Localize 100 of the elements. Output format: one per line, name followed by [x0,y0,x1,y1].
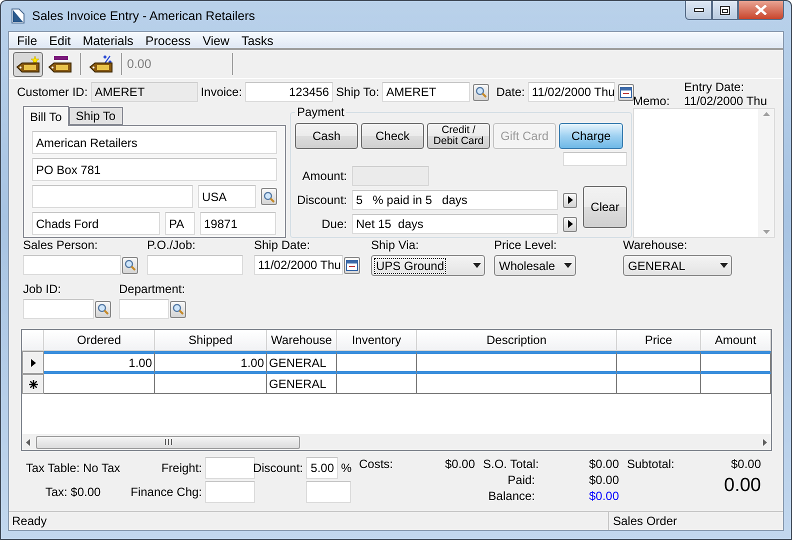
field-label: Department: [119,282,186,296]
field-label: Costs: [359,457,394,471]
field-label: Ship To: [336,85,380,99]
field-label: Balance: [487,489,535,503]
so-total-value: $0.00 [588,457,619,471]
menu-item[interactable]: Edit [43,32,77,50]
street-field[interactable]: PO Box 781 [32,158,277,181]
freight-field[interactable] [205,457,255,479]
payment-method-button[interactable]: Credit / Debit Card [427,123,490,149]
department-field[interactable] [119,299,169,319]
charge-reference-field [563,152,627,166]
payment-method-button[interactable]: Check [361,123,424,149]
column-header[interactable]: Description [417,330,617,351]
column-header[interactable]: Warehouse [267,330,337,351]
scroll-thumb[interactable] [36,436,300,448]
table-cell [701,351,771,374]
field-label: Discount: [252,461,303,475]
calendar-button[interactable] [618,84,634,100]
tab[interactable]: Bill To [23,106,69,126]
field-label: Paid: [506,473,535,487]
lookup-button[interactable] [122,256,138,274]
up-arrow-icon [762,112,770,116]
field-label: Job ID: [23,282,62,296]
table-cell: 1.00 [44,351,155,374]
right-arrow-icon [763,438,767,446]
field-label: Freight: [161,461,202,475]
search-icon [124,259,136,271]
ship-to-field[interactable]: AMERET [382,82,470,102]
dropdown[interactable]: UPS Ground [371,255,485,276]
scrollbar[interactable] [22,434,771,450]
asterisk-icon [28,380,38,388]
city-field[interactable]: Chads Ford [32,212,160,235]
name-field[interactable]: American Retailers [32,131,277,154]
calendar-button[interactable] [344,256,360,274]
left-arrow-icon [26,438,30,446]
window-title: Sales Invoice Entry - American Retailers [32,9,256,23]
menu-item[interactable]: Process [139,32,197,50]
country-field[interactable]: USA [198,185,256,208]
state-field[interactable]: PA [165,212,195,235]
maximize-button[interactable] [712,1,738,20]
menu-item[interactable]: File [11,32,44,50]
payment-method-button[interactable]: Cash [295,123,358,149]
group-title: Payment [296,105,346,119]
zip-field[interactable]: 19871 [200,212,276,235]
clear-button[interactable]: Clear [583,186,627,228]
memo-field[interactable] [633,108,775,238]
column-header[interactable]: Amount [701,330,771,351]
column-header[interactable]: Price [617,330,701,351]
calendar-icon [346,260,358,270]
field-label: Memo: [633,94,670,108]
po-job-field[interactable] [147,255,243,275]
lookup-button[interactable] [170,300,186,318]
column-header[interactable]: Inventory [337,330,417,351]
row-header[interactable] [22,351,44,374]
search-icon [97,303,109,315]
price-tag-icon [48,55,72,73]
arrow-button[interactable] [563,216,577,232]
field-label: Due: [320,217,347,231]
job-id-field[interactable] [23,299,94,319]
dropdown[interactable]: Wholesale [494,255,576,276]
grip-icon [164,439,172,445]
tab[interactable]: Ship To [68,107,123,125]
lookup-button[interactable] [95,300,111,318]
minimize-icon [694,8,704,12]
finance-charge-field[interactable] [205,481,255,503]
field-label: Subtotal: [627,457,674,471]
close-button[interactable] [738,1,784,20]
menu-item[interactable]: View [196,32,236,50]
percent-sign: % [341,461,351,475]
payment-method-button[interactable]: Charge [559,123,623,149]
address-line-field[interactable] [32,185,193,208]
subtotal-value: $0.00 [730,457,761,471]
discount-terms-field[interactable]: 5 % paid in 5 days [352,190,558,210]
minimize-button[interactable] [685,1,712,20]
invoice-field[interactable]: 123456 [245,82,334,102]
caret-icon [473,263,481,268]
dropdown[interactable]: GENERAL [623,255,732,276]
sales-person-field[interactable] [23,255,121,275]
discount-amount-field[interactable] [306,481,351,503]
column-header[interactable]: Shipped [155,330,267,351]
menu-item[interactable]: Materials [76,32,140,50]
date-field[interactable]: 11/02/2000 Thu [528,82,615,102]
field-label: P.O./Job: [147,238,196,252]
table-cell: GENERAL [267,374,337,394]
status-text: Ready [11,514,48,528]
ship-date-field[interactable]: 11/02/2000 Thu [254,255,343,275]
scrollbar[interactable] [758,109,774,237]
caret-icon [720,263,728,268]
price-tag-icon [16,55,40,73]
row-header[interactable] [22,374,44,394]
column-header[interactable]: Ordered [44,330,155,351]
arrow-button[interactable] [563,192,577,208]
costs-value: $0.00 [444,457,475,471]
due-terms-field[interactable]: Net 15 days [352,214,558,234]
menu-item[interactable]: Tasks [235,32,280,50]
discount-field[interactable]: 5.00 [306,457,338,479]
lookup-button[interactable] [473,84,490,100]
field-label: Discount: [296,193,347,207]
toolbar-button[interactable] [13,52,43,76]
lookup-button[interactable] [261,188,277,205]
